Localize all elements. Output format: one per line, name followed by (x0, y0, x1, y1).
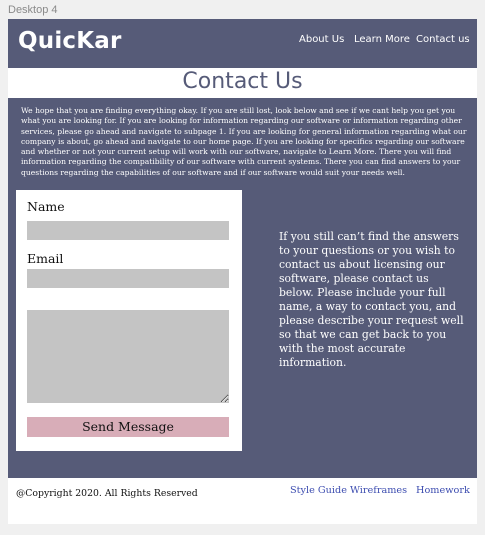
copyright-text: @Copyright 2020. All Rights Reserved (16, 488, 198, 499)
page-title: Contact Us (182, 69, 303, 94)
email-label: Email (27, 251, 64, 266)
nav-about-us[interactable]: About Us (299, 34, 344, 45)
logo[interactable]: QuicKar (18, 28, 122, 54)
site-header: QuicKar About Us Learn More Contact us (8, 19, 477, 68)
name-input[interactable] (27, 221, 229, 240)
footer-link-wireframes[interactable]: Wireframes (350, 485, 407, 496)
nav-learn-more[interactable]: Learn More (354, 34, 410, 45)
contact-info-text: If you still can’t find the answers to y… (279, 230, 464, 369)
name-label: Name (27, 199, 65, 214)
nav-contact-us[interactable]: Contact us (416, 34, 470, 45)
footer-link-homework[interactable]: Homework (416, 485, 470, 496)
message-textarea[interactable] (27, 310, 229, 403)
email-input[interactable] (27, 269, 229, 288)
main-section: We hope that you are finding everything … (8, 98, 477, 478)
footer-link-style-guide[interactable]: Style Guide (290, 485, 347, 496)
contact-form: Name Email Send Message (16, 190, 242, 451)
frame-label: Desktop 4 (8, 4, 58, 16)
send-message-button[interactable]: Send Message (27, 417, 229, 437)
intro-text: We hope that you are finding everything … (21, 106, 467, 177)
artboard: QuicKar About Us Learn More Contact us C… (8, 19, 477, 524)
